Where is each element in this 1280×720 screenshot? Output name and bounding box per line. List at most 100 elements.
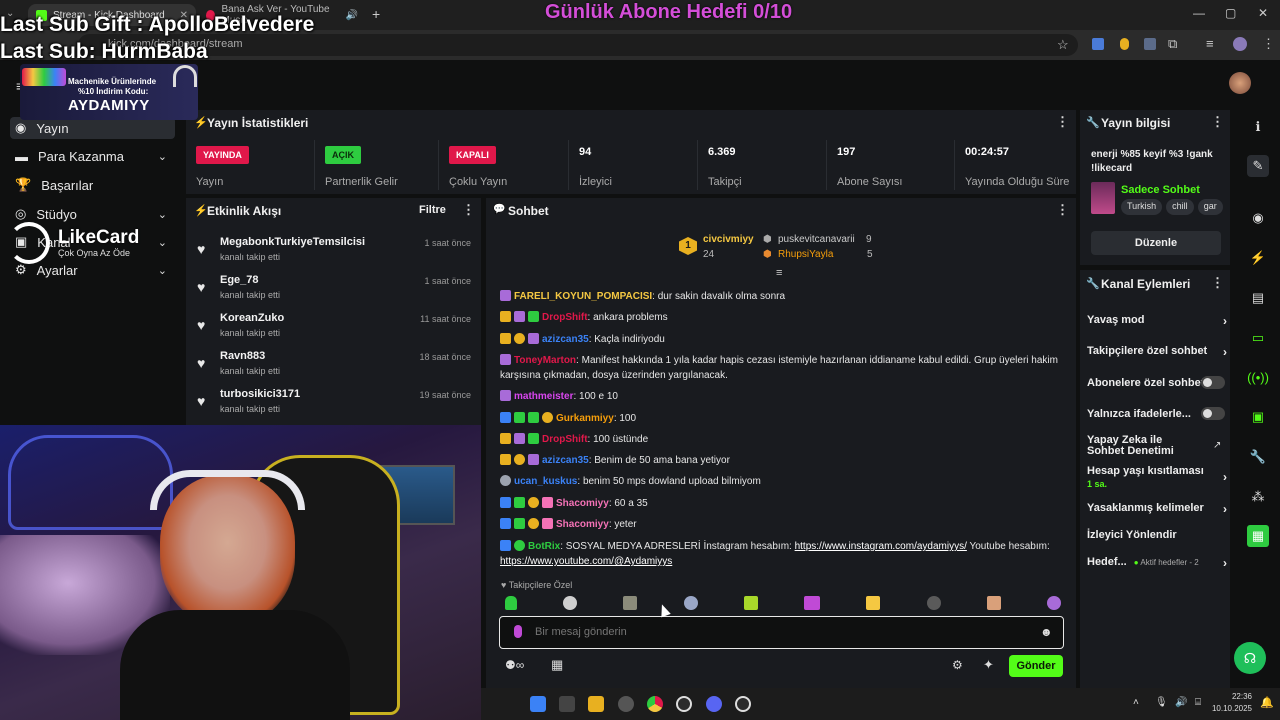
- subscribers-only-toggle[interactable]: [1201, 376, 1225, 389]
- emote-icon[interactable]: [866, 596, 881, 610]
- emote-icon[interactable]: [804, 596, 821, 610]
- action-ai-moderation[interactable]: Yapay Zeka ile Sohbet Denetimi: [1087, 435, 1197, 457]
- emotes-only-toggle[interactable]: [1201, 407, 1225, 420]
- chat-message-input[interactable]: [535, 623, 1025, 641]
- task-view-icon[interactable]: [559, 696, 575, 712]
- sidebar-item-studyo[interactable]: ◎ Stüdyo ⌄: [10, 203, 175, 225]
- activity-username[interactable]: Ege_78: [220, 274, 259, 286]
- profile-avatar-icon[interactable]: [1233, 37, 1247, 51]
- activity-username[interactable]: Ravn883: [220, 350, 265, 362]
- activity-username[interactable]: KoreanZuko: [220, 312, 284, 324]
- store-icon[interactable]: ▦: [551, 657, 563, 673]
- category-name[interactable]: Sadece Sohbet: [1121, 184, 1200, 196]
- tray-speaker-icon[interactable]: 🔊: [1175, 697, 1187, 708]
- chat-username[interactable]: azizcan35: [542, 455, 589, 466]
- extension-icon[interactable]: [1144, 38, 1156, 50]
- action-slow-mode[interactable]: Yavaş mod ›: [1087, 314, 1227, 328]
- bookmark-star-icon[interactable]: ☆: [1057, 37, 1069, 53]
- kick-points-icon[interactable]: ⚉∞: [505, 658, 524, 672]
- extension-app-icon[interactable]: ▦: [1247, 525, 1269, 547]
- media-control-icon[interactable]: ≡: [1206, 36, 1214, 51]
- extension-translate-icon[interactable]: [1092, 38, 1104, 50]
- emote-icon[interactable]: [623, 596, 638, 610]
- stream-info-menu-icon[interactable]: ⋮: [1211, 114, 1224, 130]
- activity-username[interactable]: MegabonkTurkiyeTemsilcisi: [220, 236, 365, 248]
- user-avatar[interactable]: [1229, 72, 1251, 94]
- maximize-icon[interactable]: ▢: [1225, 6, 1236, 20]
- notification-bell-icon[interactable]: 🔔: [1260, 696, 1274, 709]
- windows-start-icon[interactable]: [530, 696, 546, 712]
- chrome-icon[interactable]: [647, 696, 663, 712]
- chat-username[interactable]: ucan_kuskus: [514, 476, 577, 487]
- tag-chip[interactable]: chill: [1166, 199, 1194, 215]
- extensions-puzzle-icon[interactable]: ⧉: [1168, 36, 1177, 52]
- emote-icon[interactable]: [926, 596, 941, 610]
- app-icon[interactable]: [676, 696, 692, 712]
- browser-menu-icon[interactable]: ⋮: [1262, 36, 1275, 52]
- discord-icon[interactable]: [706, 696, 722, 712]
- emote-icon[interactable]: [1046, 596, 1061, 610]
- emoji-picker-icon[interactable]: ☻: [1040, 625, 1053, 639]
- clock-date[interactable]: 10.10.2025: [1205, 704, 1252, 713]
- tray-mic-icon[interactable]: 🎙: [1155, 697, 1168, 708]
- second-username[interactable]: puskevitcanavarii: [778, 234, 855, 245]
- file-explorer-icon[interactable]: [588, 696, 604, 712]
- tab-audio-icon[interactable]: 🔊: [346, 10, 358, 21]
- leader-username[interactable]: civcivmiyy: [703, 234, 754, 245]
- app-icon[interactable]: [735, 696, 751, 712]
- lightning-icon[interactable]: ⚡: [1247, 247, 1269, 269]
- chat-username[interactable]: Shacomiyy: [556, 519, 609, 530]
- clock-time[interactable]: 22:36: [1212, 692, 1252, 701]
- emote-icon[interactable]: [743, 596, 758, 610]
- chat-username[interactable]: DropShift: [542, 434, 588, 445]
- broadcast-icon[interactable]: ((•)): [1247, 366, 1269, 388]
- chat-username[interactable]: DropShift: [542, 312, 588, 323]
- chat-username[interactable]: ToneyMarton: [514, 355, 576, 366]
- edit-pencil-icon[interactable]: ✎: [1247, 155, 1269, 177]
- third-username[interactable]: RhupsiYayla: [778, 249, 833, 260]
- emote-icon[interactable]: [683, 596, 698, 610]
- minimize-icon[interactable]: —: [1193, 6, 1205, 20]
- filter-button[interactable]: Filtre: [419, 204, 446, 216]
- activity-username[interactable]: turbosikici3171: [220, 388, 300, 400]
- emote-icon[interactable]: [986, 596, 1001, 610]
- tag-chip[interactable]: Turkish: [1121, 199, 1163, 215]
- obs-icon[interactable]: [618, 696, 634, 712]
- document-icon[interactable]: ▤: [1247, 287, 1269, 309]
- stats-menu-icon[interactable]: ⋮: [1056, 114, 1069, 130]
- emote-icon[interactable]: [563, 596, 578, 610]
- external-link-icon[interactable]: ↗: [1213, 440, 1221, 451]
- sidebar-item-para-kazanma[interactable]: ▬ Para Kazanma ⌄: [10, 145, 175, 167]
- chat-settings-gear-icon[interactable]: ⚙: [952, 658, 963, 672]
- wrench-icon[interactable]: 🔧: [1247, 446, 1269, 468]
- sidebar-item-yayin[interactable]: ◉ Yayın: [10, 117, 175, 139]
- mod-tools-icon[interactable]: ✦: [983, 657, 994, 673]
- url-field[interactable]: kick.com/dashboard/stream: [78, 34, 1078, 56]
- tag-chip[interactable]: gar: [1197, 199, 1223, 215]
- info-icon[interactable]: ℹ: [1247, 116, 1269, 138]
- chat-menu-icon[interactable]: ⋮: [1056, 202, 1069, 218]
- instagram-link[interactable]: https://www.instagram.com/aydamiyys/: [795, 541, 967, 552]
- action-goals[interactable]: Hedef... ● Aktif hedefler - 2 ›: [1087, 556, 1227, 570]
- youtube-link[interactable]: https://www.youtube.com/@Aydamiyys: [500, 556, 672, 567]
- mic-icon[interactable]: [514, 625, 522, 638]
- send-button[interactable]: Gönder: [1009, 655, 1063, 677]
- apps-icon[interactable]: ⁂: [1247, 486, 1269, 508]
- emote-icon[interactable]: [505, 596, 517, 610]
- layout-icon[interactable]: ▣: [1247, 406, 1269, 428]
- action-followers-only-chat[interactable]: Takipçilere özel sohbet ›: [1087, 345, 1227, 359]
- chat-username[interactable]: Shacomiyy: [556, 498, 609, 509]
- collapse-leaderboard-icon[interactable]: ≡: [776, 267, 782, 279]
- action-raid-viewers[interactable]: İzleyici Yönlendir: [1087, 529, 1227, 541]
- chat-username[interactable]: FARELI_KOYUN_POMPACISI: [514, 291, 652, 302]
- chat-icon[interactable]: ▭: [1247, 327, 1269, 349]
- support-headset-icon[interactable]: ☊: [1234, 642, 1266, 674]
- tray-chevron-up-icon[interactable]: ˄: [1133, 697, 1139, 708]
- close-window-icon[interactable]: ✕: [1258, 6, 1268, 20]
- action-account-age[interactable]: Hesap yaşı kısıtlaması › 1 sa.: [1087, 465, 1227, 489]
- new-tab-plus-icon[interactable]: +: [372, 6, 380, 22]
- activity-menu-icon[interactable]: ⋮: [462, 202, 475, 218]
- camera-icon[interactable]: ◉: [1247, 207, 1269, 229]
- chat-username[interactable]: BotRix: [528, 541, 560, 552]
- chat-username[interactable]: azizcan35: [542, 334, 589, 345]
